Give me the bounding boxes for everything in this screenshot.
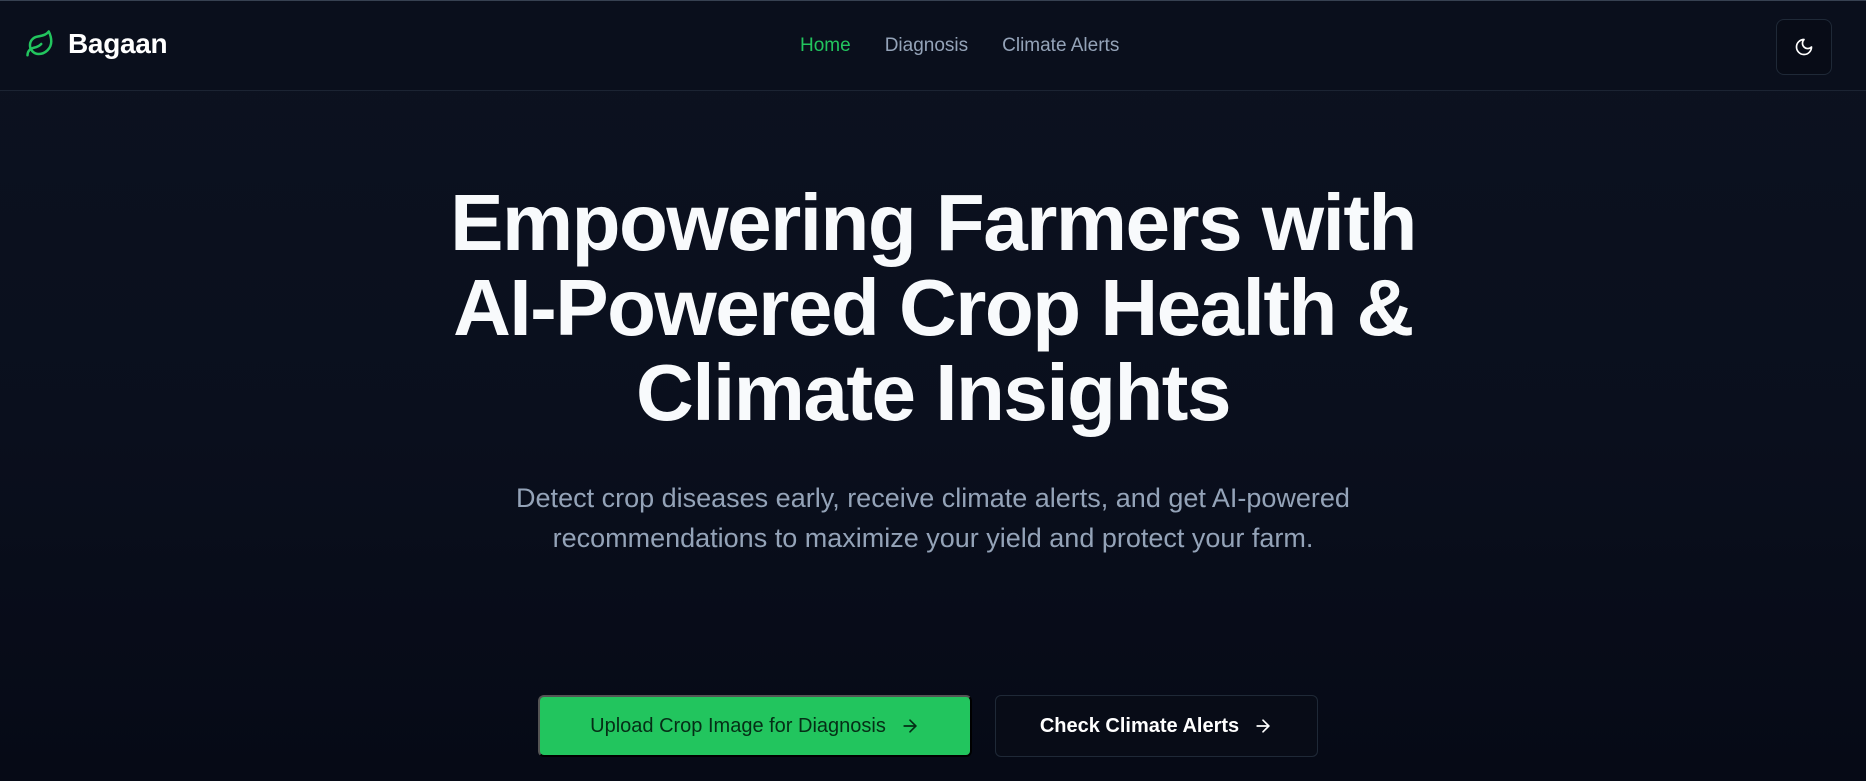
hero-title-line: Climate Insights	[636, 348, 1231, 437]
upload-crop-image-label: Upload Crop Image for Diagnosis	[590, 714, 886, 737]
brand-logo[interactable]: Bagaan	[24, 28, 168, 60]
hero-subtitle: Detect crop diseases early, receive clim…	[433, 478, 1433, 558]
navbar: Bagaan Home Diagnosis Climate Alerts	[0, 1, 1866, 91]
theme-toggle-button[interactable]	[1776, 19, 1832, 75]
nav-home[interactable]: Home	[800, 35, 851, 57]
hero-title-line: AI-Powered Crop Health &	[453, 263, 1414, 352]
hero-subtitle-line: Detect crop diseases early, receive clim…	[516, 483, 1350, 513]
hero-subtitle-line: recommendations to maximize your yield a…	[552, 523, 1314, 553]
hero-title: Empowering Farmers with AI-Powered Crop …	[333, 180, 1533, 435]
main-nav: Home Diagnosis Climate Alerts	[800, 35, 1119, 57]
upload-crop-image-button[interactable]: Upload Crop Image for Diagnosis	[538, 695, 972, 757]
nav-diagnosis[interactable]: Diagnosis	[885, 35, 968, 57]
moon-icon	[1794, 37, 1814, 57]
brand-name: Bagaan	[68, 28, 168, 59]
hero-title-line: Empowering Farmers with	[450, 178, 1417, 267]
arrow-right-icon	[900, 716, 920, 736]
leaf-icon	[24, 28, 56, 60]
arrow-right-icon	[1253, 716, 1273, 736]
check-climate-alerts-button[interactable]: Check Climate Alerts	[995, 695, 1318, 757]
nav-climate-alerts[interactable]: Climate Alerts	[1002, 35, 1119, 57]
check-climate-alerts-label: Check Climate Alerts	[1039, 714, 1240, 737]
